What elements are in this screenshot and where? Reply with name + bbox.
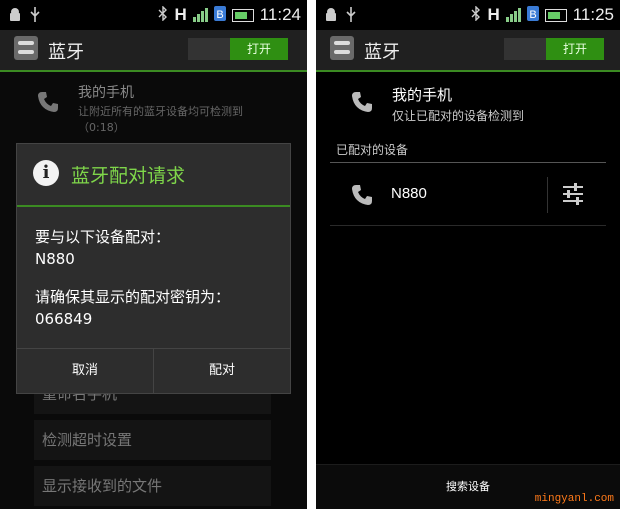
dialog-body: 要与以下设备配对： N880 请确保其显示的配对密钥为： 066849	[35, 226, 230, 330]
action-bar: 蓝牙 打开	[316, 30, 620, 72]
usb-icon	[346, 7, 356, 26]
pair-prompt: 要与以下设备配对：	[35, 228, 171, 246]
network-type: H	[174, 5, 187, 24]
my-phone-title: 我的手机	[78, 85, 134, 101]
info-icon: i	[33, 160, 59, 186]
svg-text:B: B	[216, 9, 223, 21]
left-screen: H B 11:24 蓝牙 打开 我的手机 让附近所有的蓝牙设备均可检测到（0:1…	[0, 0, 307, 509]
clock: 11:24	[259, 5, 301, 24]
bluetooth-icon	[471, 4, 481, 25]
bluetooth-toggle[interactable]: 打开	[546, 38, 604, 60]
my-phone-title: 我的手机	[392, 86, 453, 104]
dialog-buttons: 取消 配对	[17, 348, 290, 393]
bluetooth-settings-icon	[330, 36, 354, 60]
list-item-timeout[interactable]: 检测超时设置	[34, 420, 271, 460]
watermark: mingyanl.com	[534, 493, 614, 505]
android-icon	[8, 7, 22, 26]
passkey-prompt: 请确保其显示的配对密钥为：	[35, 288, 231, 306]
notification-icon: B	[526, 5, 539, 25]
network-type: H	[487, 5, 500, 24]
phone-icon	[36, 90, 60, 120]
battery-icon	[544, 8, 567, 22]
pairing-dialog: i 蓝牙配对请求 要与以下设备配对： N880 请确保其显示的配对密钥为： 06…	[16, 143, 291, 394]
page-title: 蓝牙	[364, 42, 400, 63]
section-divider	[330, 162, 606, 163]
paired-device-name: N880	[391, 185, 427, 202]
dialog-header: i 蓝牙配对请求	[17, 144, 290, 207]
clock: 11:25	[572, 5, 614, 24]
usb-icon	[30, 7, 40, 26]
row-divider	[330, 225, 606, 226]
paired-device-row[interactable]: N880	[330, 167, 606, 223]
my-phone-subtitle: 仅让已配对的设备检测到	[392, 109, 525, 123]
page-title: 蓝牙	[48, 42, 84, 63]
device-name: N880	[35, 250, 75, 268]
passkey: 066849	[35, 310, 93, 328]
battery-icon	[231, 8, 254, 22]
signal-icon	[505, 8, 521, 22]
bluetooth-toggle[interactable]: 打开	[230, 38, 288, 60]
cancel-button[interactable]: 取消	[17, 349, 153, 393]
status-bar: H B 11:25	[316, 0, 620, 30]
phone-icon	[350, 90, 374, 120]
status-bar: H B 11:24	[0, 0, 307, 30]
action-bar: 蓝牙 打开	[0, 30, 307, 72]
phone-icon	[350, 183, 374, 213]
my-phone-subtitle: 让附近所有的蓝牙设备均可检测到（0:18）	[78, 105, 243, 134]
row-separator	[547, 177, 548, 213]
bluetooth-icon	[158, 4, 168, 25]
settings-sliders-icon[interactable]	[560, 181, 586, 207]
signal-icon	[192, 8, 208, 22]
pair-button[interactable]: 配对	[153, 349, 290, 393]
android-icon	[324, 7, 338, 26]
section-header-paired: 已配对的设备	[336, 143, 409, 157]
list-item-received-files[interactable]: 显示接收到的文件	[34, 466, 271, 506]
dialog-title: 蓝牙配对请求	[71, 165, 186, 187]
notification-icon: B	[213, 5, 226, 25]
bluetooth-settings-icon	[14, 36, 38, 60]
my-phone-row[interactable]: 我的手机 仅让已配对的设备检测到	[316, 72, 620, 140]
right-screen: H B 11:25 蓝牙 打开 我的手机 仅让已配对的设备检测到 已配对的设备 …	[316, 0, 620, 509]
svg-text:B: B	[529, 9, 536, 21]
